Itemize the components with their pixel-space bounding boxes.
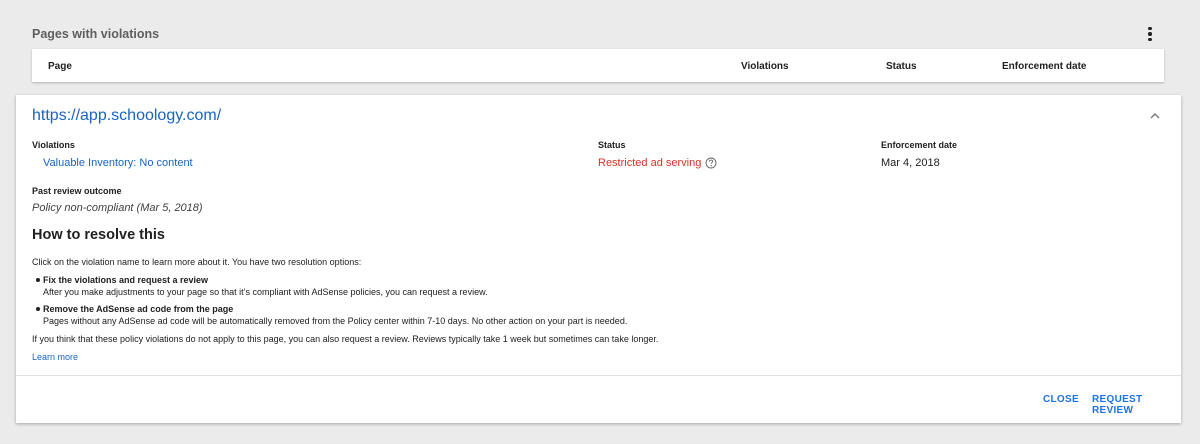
status-text: Restricted ad serving bbox=[598, 157, 702, 169]
chevron-up-icon[interactable] bbox=[1148, 109, 1162, 123]
past-review-label: Past review outcome bbox=[32, 186, 122, 196]
option-description: Pages without any AdSense ad code will b… bbox=[43, 316, 628, 326]
column-header-status[interactable]: Status bbox=[886, 61, 917, 72]
option-title: Remove the AdSense ad code from the page bbox=[43, 304, 234, 314]
page-detail-card: https://app.schoology.com/ Violations St… bbox=[16, 95, 1181, 423]
more-vert-icon[interactable] bbox=[1140, 24, 1160, 44]
column-header-enforcement-date[interactable]: Enforcement date bbox=[1002, 61, 1086, 72]
bullet bbox=[36, 307, 40, 311]
column-header-violations[interactable]: Violations bbox=[741, 61, 789, 72]
page-url-link[interactable]: https://app.schoology.com/ bbox=[32, 107, 221, 125]
violations-label: Violations bbox=[32, 140, 75, 150]
column-header-page[interactable]: Page bbox=[48, 61, 72, 72]
bullet bbox=[36, 278, 40, 282]
enforcement-date-label: Enforcement date bbox=[881, 140, 958, 150]
enforcement-date-value: Mar 4, 2018 bbox=[881, 157, 940, 169]
status-value: Restricted ad serving bbox=[598, 157, 717, 169]
violation-link[interactable]: Valuable Inventory: No content bbox=[43, 157, 193, 169]
resolve-intro: Click on the violation name to learn mor… bbox=[32, 257, 362, 267]
learn-more-link[interactable]: Learn more bbox=[32, 352, 78, 362]
table-header: Page Violations Status Enforcement date bbox=[32, 49, 1164, 82]
resolve-footer-text: If you think that these policy violation… bbox=[32, 334, 659, 344]
resolve-heading: How to resolve this bbox=[32, 227, 165, 243]
option-title: Fix the violations and request a review bbox=[43, 275, 209, 285]
close-button[interactable]: CLOSE bbox=[1043, 394, 1079, 405]
divider bbox=[16, 375, 1181, 376]
past-review-value: Policy non-compliant (Mar 5, 2018) bbox=[32, 202, 203, 214]
option-description: After you make adjustments to your page … bbox=[43, 287, 488, 297]
help-circle-icon[interactable] bbox=[705, 157, 717, 169]
request-review-button[interactable]: REQUEST REVIEW bbox=[1092, 394, 1181, 416]
status-label: Status bbox=[598, 140, 626, 150]
section-title: Pages with violations bbox=[32, 27, 160, 41]
